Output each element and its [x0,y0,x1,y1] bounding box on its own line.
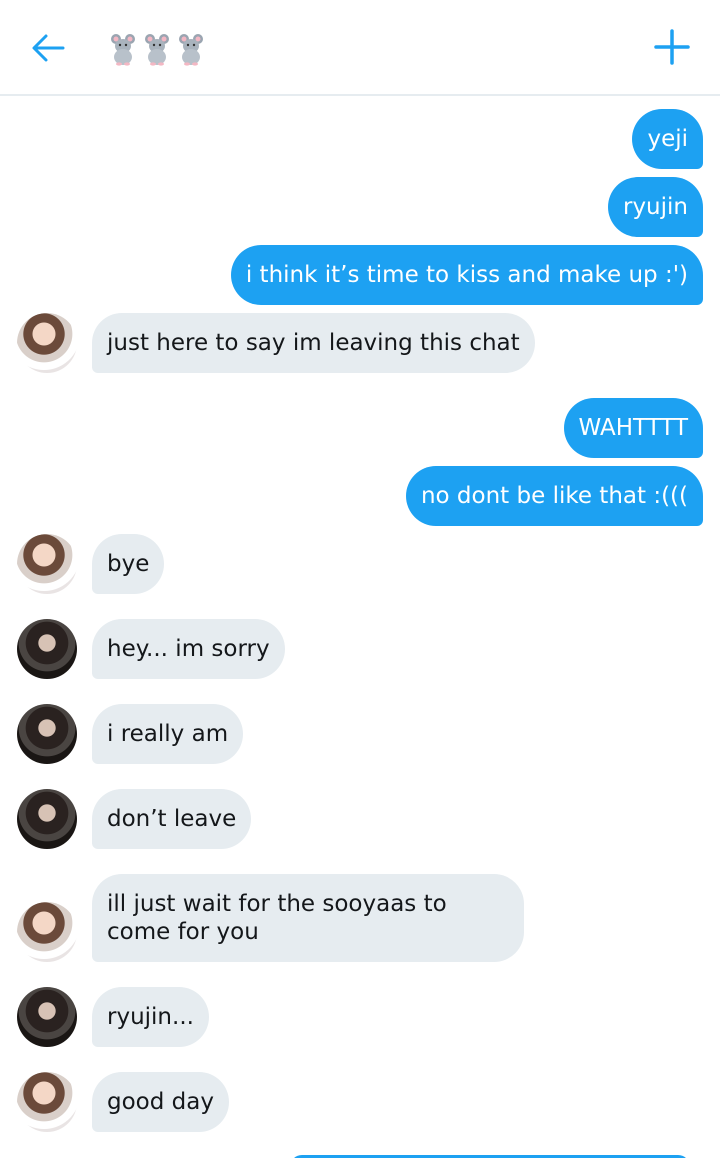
outgoing-message-bubble[interactable]: WAHTTTT [563,398,703,458]
sender-avatar[interactable] [17,987,77,1047]
outgoing-message-bubble[interactable]: no dont be like that :((( [405,466,703,526]
mouse-icon [145,34,169,66]
plus-icon[interactable] [653,28,691,66]
sender-avatar[interactable] [17,534,77,594]
incoming-message-bubble[interactable]: bye [92,534,165,594]
outgoing-message-bubble[interactable]: yeji [632,109,703,169]
outgoing-message-bubble[interactable]: i think it’s time to kiss and make up :'… [230,245,703,305]
message-thread[interactable]: yeji ryujin i think it’s time to kiss an… [0,96,720,1158]
message-row-outgoing-partial [0,1154,720,1158]
incoming-message-bubble[interactable]: don’t leave [92,789,252,849]
arrow-left-icon[interactable] [30,30,66,66]
incoming-message-bubble[interactable]: hey... im sorry [92,619,285,679]
outgoing-message-bubble[interactable]: ryujin [607,177,703,237]
mouse-icon [111,34,135,66]
sender-avatar[interactable] [17,704,77,764]
sender-avatar[interactable] [17,313,77,373]
incoming-message-bubble[interactable]: ill just wait for the sooyaas to come fo… [92,874,524,962]
mouse-icon [179,34,203,66]
conversation-title[interactable] [110,30,204,68]
conversation-header [0,0,720,96]
incoming-message-bubble[interactable]: i really am [92,704,244,764]
incoming-message-bubble[interactable]: just here to say im leaving this chat [92,313,535,373]
sender-avatar[interactable] [17,902,77,962]
sender-avatar[interactable] [17,1072,77,1132]
sender-avatar[interactable] [17,619,77,679]
incoming-message-bubble[interactable]: good day [92,1072,229,1132]
sender-avatar[interactable] [17,789,77,849]
incoming-message-bubble[interactable]: ryujin... [92,987,209,1047]
